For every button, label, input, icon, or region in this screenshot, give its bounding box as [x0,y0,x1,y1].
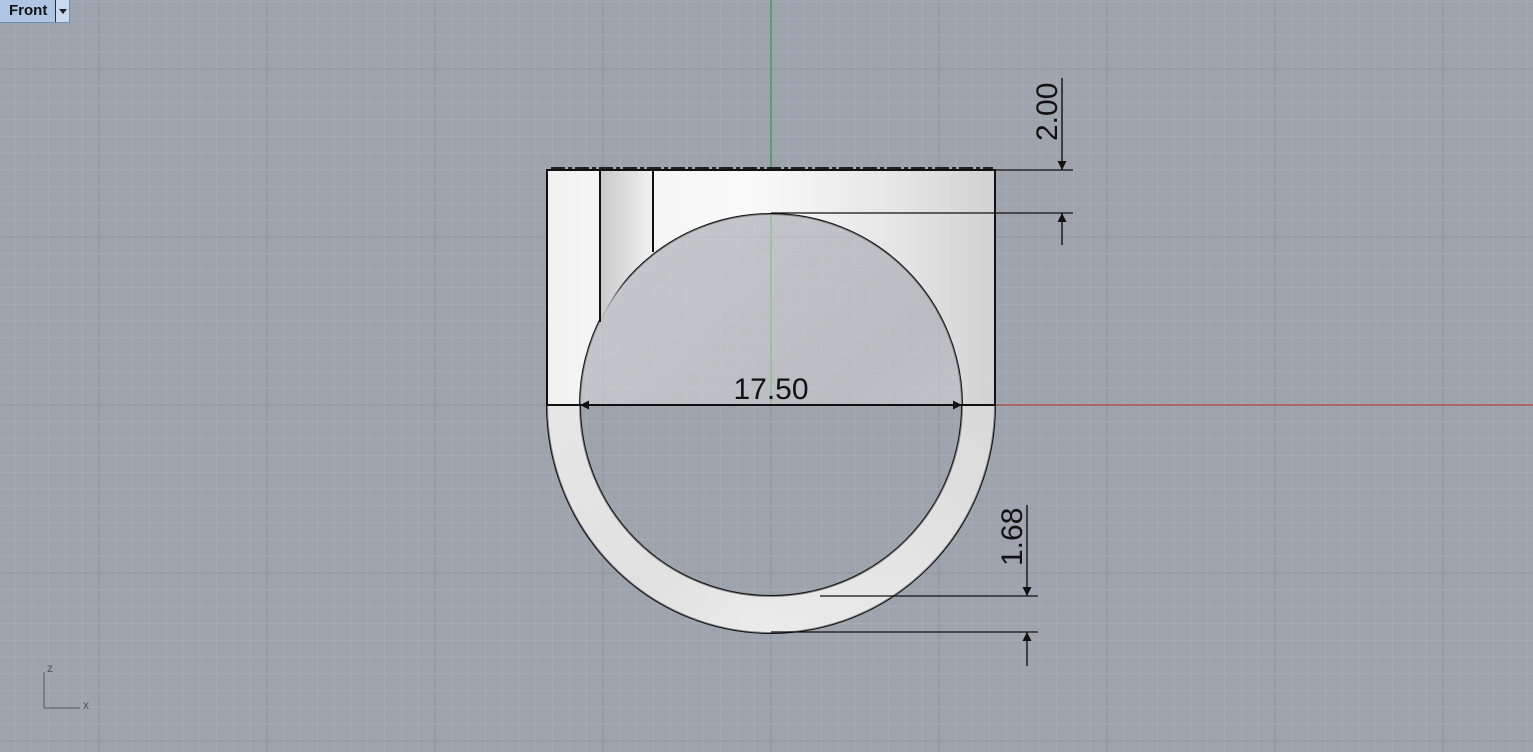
axis-label-z: z [47,661,53,675]
dimension-top-thickness-label: 2.00 [1031,83,1064,141]
dimension-bottom-thickness-label: 1.68 [996,508,1029,566]
viewport-title-tab[interactable]: Front [0,0,71,23]
axis-label-x: x [83,698,89,712]
viewport-title[interactable]: Front [0,0,55,22]
dimension-inner-diameter-label: 17.50 [733,373,808,406]
viewport-menu-dropdown[interactable] [55,0,70,22]
front-viewport[interactable]: 2.00 17.50 1.68 z x [0,0,1533,752]
chevron-down-icon [58,8,67,14]
